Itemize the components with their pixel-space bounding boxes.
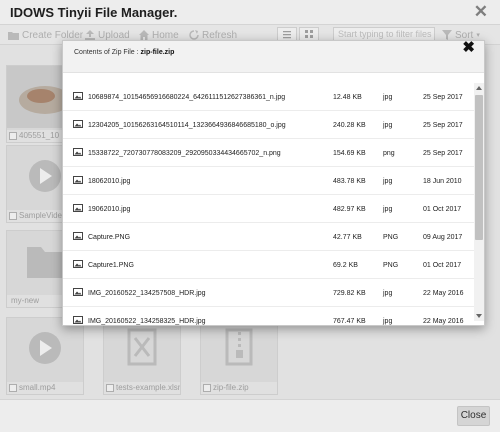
- zip-file-size: 729.82 KB: [333, 290, 366, 297]
- zip-title-prefix: Contents of Zip File :: [74, 49, 139, 56]
- zip-file-type: png: [383, 150, 395, 157]
- zip-file-name: 12304205_10156263164510114_1323664936846…: [88, 122, 286, 129]
- image-file-icon: [73, 120, 83, 128]
- image-file-icon: [73, 232, 83, 240]
- zip-file-row[interactable]: IMG_20160522_134257508_HDR.jpg 729.82 KB…: [63, 279, 476, 307]
- zip-file-name: IMG_20160522_134258325_HDR.jpg: [88, 318, 206, 325]
- scroll-thumb[interactable]: [475, 95, 483, 240]
- zip-file-size: 240.28 KB: [333, 122, 366, 129]
- zip-file-name: 15338722_720730778083209_292095033443466…: [88, 150, 281, 157]
- zip-modal-header: Contents of Zip File : zip-file.zip ✖: [63, 41, 484, 73]
- zip-file-row[interactable]: Capture1.PNG 69.2 KB PNG 01 Oct 2017: [63, 251, 476, 279]
- zip-file-date: 01 Oct 2017: [423, 262, 462, 269]
- zip-file-date: 01 Oct 2017: [423, 206, 462, 213]
- zip-file-size: 69.2 KB: [333, 262, 358, 269]
- zip-file-date: 25 Sep 2017: [423, 150, 463, 157]
- zip-file-type: jpg: [383, 206, 393, 213]
- scroll-up-icon[interactable]: [476, 86, 482, 90]
- zip-file-date: 22 May 2016: [423, 318, 464, 325]
- zip-file-row[interactable]: 15338722_720730778083209_292095033443466…: [63, 139, 476, 167]
- zip-file-size: 12.48 KB: [333, 94, 362, 101]
- zip-modal-title: Contents of Zip File : zip-file.zip: [74, 49, 174, 56]
- zip-file-size: 767.47 KB: [333, 318, 366, 325]
- zip-file-size: 154.69 KB: [333, 150, 366, 157]
- zip-file-name: 10689874_10154656916680224_6426111512627…: [88, 94, 286, 101]
- zip-file-name: 18062010.jpg: [88, 178, 131, 185]
- zip-file-size: 482.97 KB: [333, 206, 366, 213]
- image-file-icon: [73, 148, 83, 156]
- image-file-icon: [73, 176, 83, 184]
- zip-list-scrollbar[interactable]: [474, 83, 484, 321]
- zip-file-name: Capture.PNG: [88, 234, 131, 241]
- zip-file-type: jpg: [383, 122, 393, 129]
- zip-file-type: jpg: [383, 178, 393, 185]
- zip-file-row[interactable]: 19062010.jpg 482.97 KB jpg 01 Oct 2017: [63, 195, 476, 223]
- image-file-icon: [73, 92, 83, 100]
- zip-file-type: PNG: [383, 262, 399, 269]
- zip-contents-modal: Contents of Zip File : zip-file.zip ✖ 10…: [62, 40, 485, 326]
- zip-file-row[interactable]: IMG_20160522_134258325_HDR.jpg 767.47 KB…: [63, 307, 476, 325]
- zip-file-date: 18 Jun 2010: [423, 178, 462, 185]
- scroll-down-icon[interactable]: [476, 314, 482, 318]
- zip-file-type: jpg: [383, 94, 393, 101]
- zip-file-list: 10689874_10154656916680224_6426111512627…: [63, 83, 476, 325]
- zip-file-row[interactable]: 18062010.jpg 483.78 KB jpg 18 Jun 2010: [63, 167, 476, 195]
- zip-file-type: PNG: [383, 234, 399, 241]
- zip-file-date: 22 May 2016: [423, 290, 464, 297]
- zip-file-date: 09 Aug 2017: [423, 234, 463, 241]
- image-file-icon: [73, 288, 83, 296]
- zip-file-size: 42.77 KB: [333, 234, 362, 241]
- zip-file-date: 25 Sep 2017: [423, 94, 463, 101]
- zip-file-type: jpg: [383, 290, 393, 297]
- zip-file-size: 483.78 KB: [333, 178, 366, 185]
- zip-file-row[interactable]: 10689874_10154656916680224_6426111512627…: [63, 83, 476, 111]
- image-file-icon: [73, 204, 83, 212]
- zip-file-type: jpg: [383, 318, 393, 325]
- zip-file-name: Capture1.PNG: [88, 262, 134, 269]
- zip-file-name: IMG_20160522_134257508_HDR.jpg: [88, 290, 206, 297]
- image-file-icon: [73, 260, 83, 268]
- zip-title-filename: zip-file.zip: [140, 49, 175, 56]
- zip-file-row[interactable]: 12304205_10156263164510114_1323664936846…: [63, 111, 476, 139]
- zip-file-name: 19062010.jpg: [88, 206, 131, 213]
- zip-modal-close-icon[interactable]: ✖: [462, 41, 475, 55]
- image-file-icon: [73, 316, 83, 324]
- zip-file-row[interactable]: Capture.PNG 42.77 KB PNG 09 Aug 2017: [63, 223, 476, 251]
- zip-file-date: 25 Sep 2017: [423, 122, 463, 129]
